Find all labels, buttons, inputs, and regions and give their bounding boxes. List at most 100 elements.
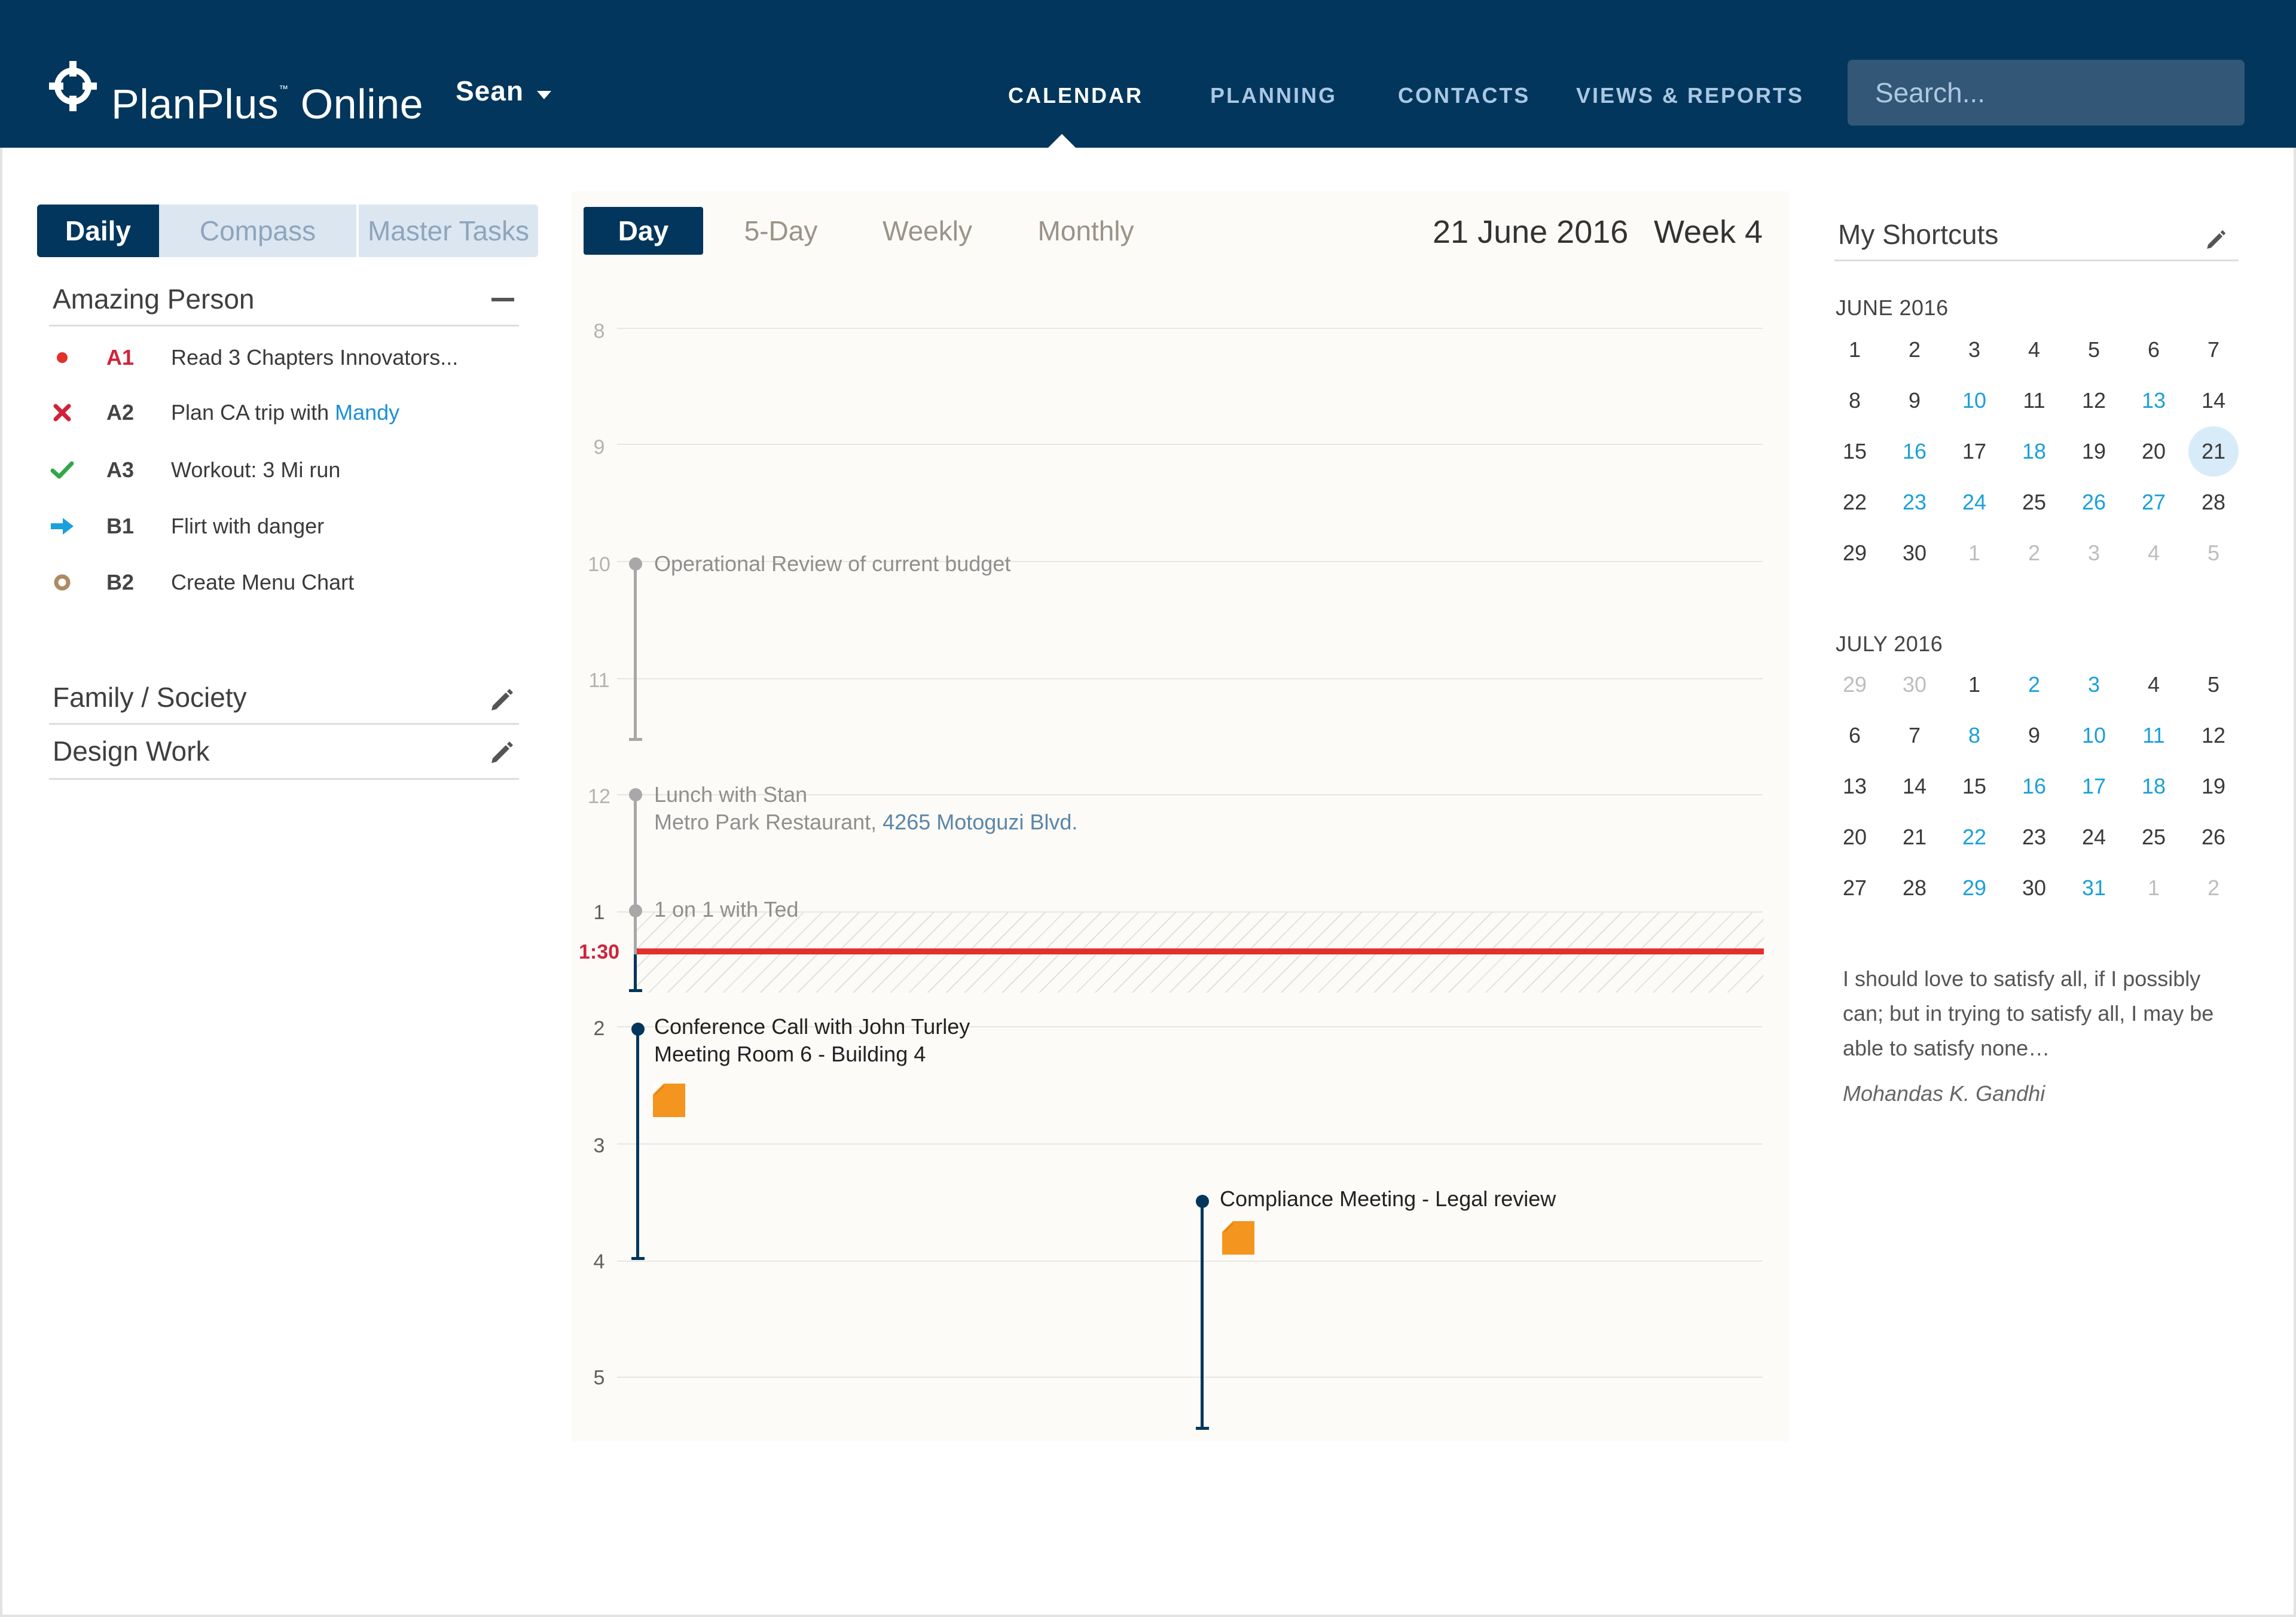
calendar-day[interactable]: 21 xyxy=(1886,811,1943,862)
event-lunch-with-stan[interactable]: Lunch with Stan xyxy=(654,781,807,808)
calendar-day[interactable]: 16 xyxy=(1886,426,1943,477)
calendar-day[interactable]: 6 xyxy=(2125,324,2182,375)
event-1-on-1-with-ted[interactable]: 1 on 1 with Ted xyxy=(654,896,799,923)
calendar-day[interactable]: 10 xyxy=(2065,710,2123,761)
circle-icon[interactable] xyxy=(49,565,75,600)
calendar-day[interactable]: 9 xyxy=(2005,710,2063,761)
calendar-day[interactable]: 12 xyxy=(2065,375,2123,426)
calendar-day[interactable]: 2 xyxy=(2185,862,2242,913)
calendar-day[interactable]: 6 xyxy=(1826,710,1883,761)
calendar-day[interactable]: 1 xyxy=(1946,659,2003,710)
calendar-day[interactable]: 2 xyxy=(2005,659,2063,710)
tab-master-tasks[interactable]: Master Tasks xyxy=(359,205,538,257)
calendar-day[interactable]: 2 xyxy=(1886,324,1943,375)
calendar-day[interactable]: 18 xyxy=(2125,761,2182,811)
pencil-icon[interactable] xyxy=(488,737,514,763)
calendar-day[interactable]: 3 xyxy=(1946,324,2003,375)
user-menu-button[interactable]: Sean xyxy=(456,73,524,109)
tab-5-day[interactable]: 5-Day xyxy=(731,207,831,255)
task-row[interactable]: B1 Flirt with danger xyxy=(49,508,519,544)
calendar-day[interactable]: 3 xyxy=(2065,659,2123,710)
calendar-day[interactable]: 12 xyxy=(2185,710,2242,761)
calendar-day[interactable]: 14 xyxy=(1886,761,1943,811)
contact-link-mandy[interactable]: Mandy xyxy=(335,400,399,425)
calendar-day[interactable]: 17 xyxy=(2065,761,2123,811)
calendar-day[interactable]: 24 xyxy=(2065,811,2123,862)
role-family-society[interactable]: Family / Society xyxy=(49,675,519,725)
calendar-day[interactable]: 20 xyxy=(2125,426,2182,477)
pencil-icon[interactable] xyxy=(488,684,514,710)
calendar-day[interactable]: 8 xyxy=(1826,375,1883,426)
calendar-day[interactable]: 5 xyxy=(2185,527,2242,578)
calendar-day[interactable]: 29 xyxy=(1826,527,1883,578)
calendar-day[interactable]: 23 xyxy=(2005,811,2063,862)
calendar-day[interactable]: 25 xyxy=(2005,477,2063,527)
calendar-day[interactable]: 16 xyxy=(2005,761,2063,811)
task-row[interactable]: B2 Create Menu Chart xyxy=(49,565,519,600)
event-compliance-meeting[interactable]: Compliance Meeting - Legal review xyxy=(1220,1185,1556,1213)
nav-planning[interactable]: PLANNING xyxy=(1210,81,1337,110)
calendar-day[interactable]: 15 xyxy=(1826,426,1883,477)
nav-calendar[interactable]: CALENDAR xyxy=(1008,81,1143,110)
chevron-down-icon[interactable] xyxy=(537,91,551,99)
collapse-minus-icon[interactable] xyxy=(491,298,514,301)
nav-contacts[interactable]: CONTACTS xyxy=(1398,81,1530,110)
task-row[interactable]: A3 Workout: 3 Mi run xyxy=(49,452,519,488)
calendar-day[interactable]: 22 xyxy=(1826,477,1883,527)
red-dot-icon[interactable] xyxy=(49,340,75,376)
calendar-day[interactable]: 11 xyxy=(2125,710,2182,761)
calendar-day[interactable]: 29 xyxy=(1826,659,1883,710)
tab-daily[interactable]: Daily xyxy=(37,205,159,257)
calendar-day[interactable]: 13 xyxy=(1826,761,1883,811)
calendar-day[interactable]: 25 xyxy=(2125,811,2182,862)
calendar-day[interactable]: 10 xyxy=(1946,375,2003,426)
calendar-day[interactable]: 29 xyxy=(1946,862,2003,913)
task-row[interactable]: A2 Plan CA trip with Mandy xyxy=(49,395,519,431)
calendar-day[interactable]: 8 xyxy=(1946,710,2003,761)
calendar-day[interactable]: 4 xyxy=(2125,527,2182,578)
event-operational-review[interactable]: Operational Review of current budget xyxy=(654,550,1010,578)
calendar-day[interactable]: 27 xyxy=(2125,477,2182,527)
calendar-day[interactable]: 30 xyxy=(1886,659,1943,710)
role-amazing-person[interactable]: Amazing Person xyxy=(49,281,519,327)
calendar-day[interactable]: 28 xyxy=(2185,477,2242,527)
calendar-day[interactable]: 15 xyxy=(1946,761,2003,811)
calendar-day[interactable]: 30 xyxy=(1886,527,1943,578)
brand-name[interactable]: PlanPlus™ Online xyxy=(111,65,423,129)
calendar-day[interactable]: 23 xyxy=(1886,477,1943,527)
calendar-day[interactable]: 20 xyxy=(1826,811,1883,862)
calendar-day[interactable]: 27 xyxy=(1826,862,1883,913)
calendar-day[interactable]: 4 xyxy=(2005,324,2063,375)
arrow-right-icon[interactable] xyxy=(49,508,75,544)
note-icon[interactable] xyxy=(653,1084,685,1117)
search-input[interactable] xyxy=(1848,60,2245,126)
tab-weekly[interactable]: Weekly xyxy=(877,207,978,255)
task-row[interactable]: A1 Read 3 Chapters Innovators... xyxy=(49,340,519,376)
calendar-day[interactable]: 26 xyxy=(2185,811,2242,862)
calendar-day[interactable]: 1 xyxy=(1826,324,1883,375)
calendar-day[interactable]: 19 xyxy=(2185,761,2242,811)
role-design-work[interactable]: Design Work xyxy=(49,726,519,780)
calendar-day[interactable]: 30 xyxy=(2005,862,2063,913)
calendar-day[interactable]: 14 xyxy=(2185,375,2242,426)
note-icon[interactable] xyxy=(1222,1221,1254,1255)
calendar-day[interactable]: 18 xyxy=(2005,426,2063,477)
calendar-day[interactable]: 2 xyxy=(2005,527,2063,578)
calendar-day[interactable]: 5 xyxy=(2065,324,2123,375)
tab-compass[interactable]: Compass xyxy=(159,205,356,257)
calendar-day-today[interactable]: 21 xyxy=(2185,426,2242,477)
address-link[interactable]: 4265 Motoguzi Blvd. xyxy=(883,810,1077,834)
calendar-day[interactable]: 17 xyxy=(1946,426,2003,477)
calendar-day[interactable]: 11 xyxy=(2005,375,2063,426)
x-mark-icon[interactable] xyxy=(49,395,75,431)
nav-views-reports[interactable]: VIEWS & REPORTS xyxy=(1576,81,1804,110)
calendar-day[interactable]: 5 xyxy=(2185,659,2242,710)
calendar-day[interactable]: 28 xyxy=(1886,862,1943,913)
calendar-day[interactable]: 1 xyxy=(1946,527,2003,578)
calendar-day[interactable]: 3 xyxy=(2065,527,2123,578)
calendar-day[interactable]: 31 xyxy=(2065,862,2123,913)
calendar-day[interactable]: 9 xyxy=(1886,375,1943,426)
calendar-day[interactable]: 19 xyxy=(2065,426,2123,477)
calendar-day[interactable]: 13 xyxy=(2125,375,2182,426)
calendar-day[interactable]: 4 xyxy=(2125,659,2182,710)
